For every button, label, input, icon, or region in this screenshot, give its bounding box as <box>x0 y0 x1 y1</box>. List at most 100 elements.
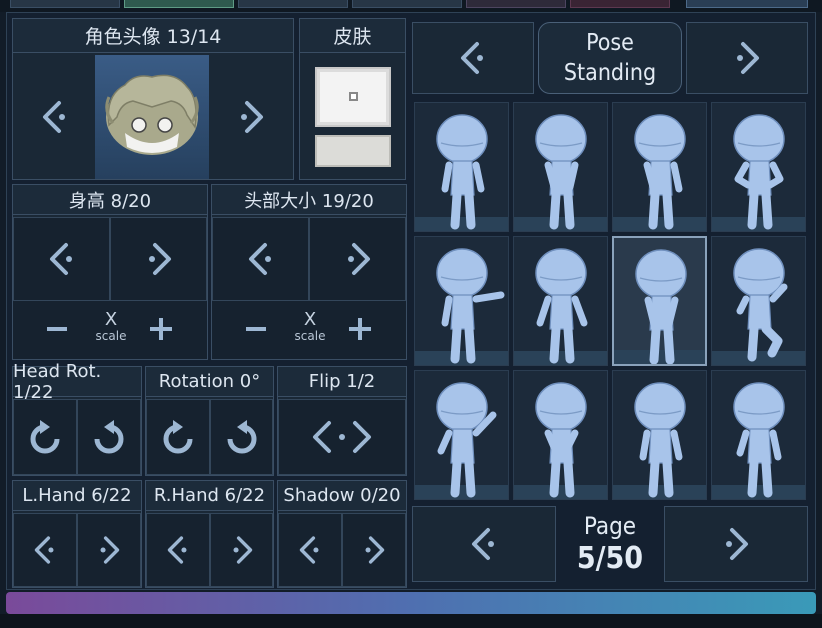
chevron-left-dot-icon <box>461 42 483 74</box>
height-plus-button[interactable] <box>143 311 179 347</box>
chevron-left-dot-icon <box>472 528 494 560</box>
head-size-prev-button[interactable] <box>212 217 309 301</box>
pose-grid <box>412 100 808 500</box>
top-tab[interactable] <box>352 0 462 8</box>
rotate-ccw-icon <box>163 420 193 454</box>
rotation-ccw-button[interactable] <box>146 399 210 475</box>
pose-thumbnail[interactable] <box>414 236 509 366</box>
shadow-panel: Shadow 0/20 <box>277 480 407 588</box>
skin-swatch-primary[interactable] <box>315 67 391 127</box>
chevron-right-dot-icon <box>148 243 171 275</box>
pose-thumbnail[interactable] <box>711 102 806 232</box>
chevron-left-dot-icon <box>43 101 65 133</box>
top-tab[interactable] <box>570 0 670 8</box>
flip-title: Flip 1/2 <box>278 367 406 397</box>
pose-thumbnail[interactable] <box>513 370 608 500</box>
head-rot-panel: Head Rot. 1/22 <box>12 361 142 476</box>
height-minus-button[interactable] <box>39 311 75 347</box>
pose-thumbnail[interactable] <box>414 102 509 232</box>
minus-icon <box>47 327 67 331</box>
skin-title: 皮肤 <box>300 19 405 53</box>
pose-figure-icon <box>436 382 497 498</box>
avatar-title: 角色头像 13/14 <box>13 19 293 53</box>
height-prev-button[interactable] <box>13 217 110 301</box>
rotate-cw-icon <box>227 420 256 454</box>
top-tab[interactable] <box>238 0 348 8</box>
height-title: 身高 8/20 <box>13 185 207 215</box>
pose-thumbnail[interactable] <box>513 236 608 366</box>
skin-swatch-secondary[interactable] <box>315 135 391 167</box>
pose-thumbnail[interactable] <box>414 370 509 500</box>
rhand-next-button[interactable] <box>210 513 273 587</box>
pose-name-box: Pose Standing <box>538 22 682 94</box>
rotation-cw-button[interactable] <box>210 399 273 475</box>
head-size-next-button[interactable] <box>309 217 406 301</box>
plus-icon <box>150 318 172 340</box>
top-tab[interactable] <box>10 0 120 8</box>
shadow-prev-button[interactable] <box>278 513 342 587</box>
chevron-left-dot-icon <box>34 536 54 564</box>
bottom-accent-bar <box>6 592 816 614</box>
flip-panel: Flip 1/2 <box>277 366 407 476</box>
rotation-title: Rotation 0° <box>146 367 273 397</box>
top-tab[interactable] <box>466 0 566 8</box>
chevron-right-dot-icon <box>365 536 385 564</box>
rotation-panel: Rotation 0° <box>145 366 274 476</box>
page-prev-button[interactable] <box>412 506 556 582</box>
head-size-title: 头部大小 19/20 <box>212 185 406 215</box>
head-rot-cw-button[interactable] <box>77 399 141 475</box>
page-next-button[interactable] <box>664 506 808 582</box>
height-next-button[interactable] <box>110 217 207 301</box>
skin-panel: 皮肤 <box>299 18 406 180</box>
top-tab[interactable] <box>686 0 808 8</box>
height-scale-row: X scale <box>13 301 207 359</box>
pose-figure-icon <box>733 248 788 362</box>
bottom-strip <box>0 614 822 628</box>
flip-button[interactable] <box>278 399 406 475</box>
height-panel: 身高 8/20 X scale <box>12 184 208 360</box>
pose-figure-icon <box>635 249 687 364</box>
shadow-next-button[interactable] <box>342 513 406 587</box>
avatar-prev-button[interactable] <box>15 55 95 179</box>
pose-thumbnail[interactable] <box>612 236 707 366</box>
rhand-panel: R.Hand 6/22 <box>145 480 274 588</box>
lhand-panel: L.Hand 6/22 <box>12 480 142 588</box>
pose-figure-icon <box>733 382 785 498</box>
pose-label: Pose <box>586 30 634 56</box>
head-rot-ccw-button[interactable] <box>13 399 77 475</box>
avatar-next-button[interactable] <box>211 55 291 179</box>
pose-thumbnail[interactable] <box>612 370 707 500</box>
rhand-title: R.Hand 6/22 <box>146 481 273 511</box>
flip-arrows-icon <box>313 421 371 453</box>
chevron-right-dot-icon <box>347 243 370 275</box>
chevron-left-dot-icon <box>299 536 319 564</box>
swatch-marker-icon <box>349 92 358 101</box>
pose-figure-icon <box>634 382 686 498</box>
head-size-plus-button[interactable] <box>342 311 378 347</box>
pose-thumbnail[interactable] <box>612 102 707 232</box>
pose-thumbnail[interactable] <box>513 102 608 232</box>
pose-figure-icon <box>535 114 587 230</box>
head-size-panel: 头部大小 19/20 X scale <box>211 184 407 360</box>
avatar-preview <box>95 55 209 179</box>
rhand-prev-button[interactable] <box>146 513 210 587</box>
head-size-minus-button[interactable] <box>238 311 274 347</box>
rotate-ccw-icon <box>30 420 60 454</box>
plus-icon <box>349 318 371 340</box>
head-rot-title: Head Rot. 1/22 <box>13 361 141 403</box>
head-size-scale-row: X scale <box>212 301 406 359</box>
pose-prev-button[interactable] <box>412 22 534 94</box>
chevron-left-dot-icon <box>248 243 271 275</box>
pose-thumbnail[interactable] <box>711 370 806 500</box>
pose-thumbnail[interactable] <box>711 236 806 366</box>
lhand-next-button[interactable] <box>77 513 141 587</box>
page-value: 5/50 <box>576 541 644 576</box>
lhand-prev-button[interactable] <box>13 513 77 587</box>
pose-next-button[interactable] <box>686 22 808 94</box>
height-scale-text: scale <box>95 329 127 343</box>
top-tab-active[interactable] <box>124 0 234 8</box>
lhand-title: L.Hand 6/22 <box>13 481 141 511</box>
chevron-right-dot-icon <box>233 536 252 564</box>
chevron-right-dot-icon <box>241 101 263 133</box>
height-x-label: X <box>104 309 118 330</box>
